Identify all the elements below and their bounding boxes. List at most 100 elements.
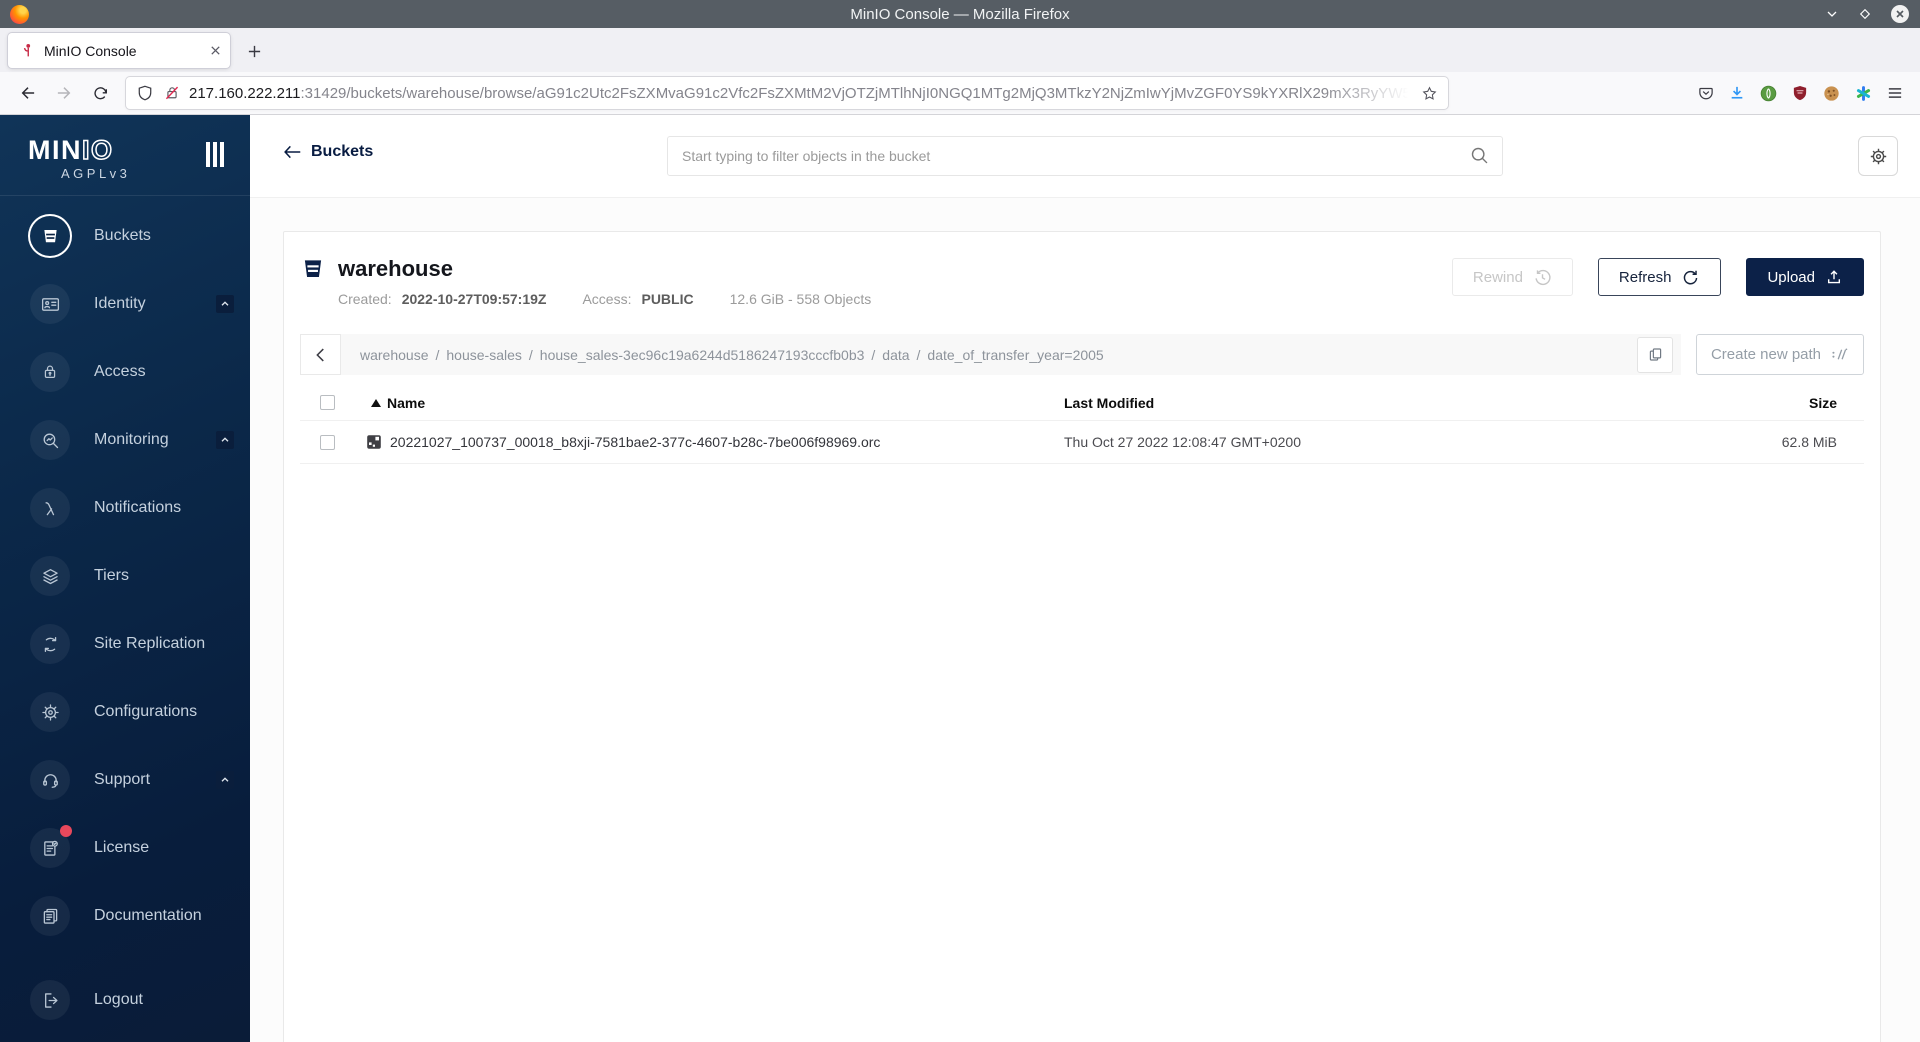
sidebar-item-label: Buckets — [94, 227, 151, 244]
lock-icon — [30, 352, 70, 392]
collapse-bars-icon[interactable] — [206, 142, 224, 167]
cookie-extension-icon[interactable] — [1822, 84, 1841, 103]
object-last-modified: Thu Oct 27 2022 12:08:47 GMT+0200 — [1064, 434, 1301, 450]
tab-close-icon[interactable] — [209, 44, 222, 57]
tab-strip: MinIO Console — [0, 28, 1920, 72]
select-all-checkbox[interactable] — [320, 395, 335, 410]
green-extension-icon[interactable] — [1759, 84, 1778, 103]
support-icon — [30, 760, 70, 800]
column-header-size[interactable]: Size — [1624, 395, 1864, 411]
settings-gear-button[interactable] — [1858, 136, 1898, 176]
sidebar-item-license[interactable]: License — [0, 814, 250, 882]
filter-objects-input[interactable] — [667, 136, 1503, 176]
reload-button[interactable] — [84, 77, 116, 109]
insecure-lock-icon[interactable] — [163, 84, 181, 102]
breadcrumb-segment[interactable]: house_sales-3ec96c19a6244d5186247193cccf… — [540, 347, 865, 363]
back-button[interactable] — [12, 77, 44, 109]
sidebar-item-label: Tiers — [94, 567, 129, 584]
sidebar-menu: Buckets Identity Access Monitoring Notificat… — [0, 196, 250, 1034]
copy-path-button[interactable] — [1637, 336, 1673, 373]
back-link-label: Buckets — [311, 143, 374, 160]
logo-min: MIN — [28, 135, 82, 165]
minio-sidebar: MINIO AGPLv3 Buckets Identity Access Monito… — [0, 115, 250, 1042]
url-bar[interactable]: 217.160.222.211:31429/buckets/warehouse/… — [126, 77, 1448, 109]
pocket-icon[interactable] — [1697, 84, 1715, 102]
gear-icon — [1868, 146, 1889, 167]
shield-icon[interactable] — [136, 84, 154, 102]
breadcrumb-segment[interactable]: house-sales — [446, 347, 522, 363]
url-path: :31429/buckets/warehouse/browse/aG91c2Ut… — [300, 84, 1422, 102]
breadcrumb-bar: warehouse / house-sales / house_sales-3ec96c… — [341, 334, 1681, 375]
sidebar-item-configurations[interactable]: Configurations — [0, 678, 250, 746]
breadcrumb-segment[interactable]: data — [882, 347, 909, 363]
window-titlebar: MinIO Console — Mozilla Firefox — [0, 0, 1920, 28]
minimize-icon[interactable] — [1824, 6, 1840, 22]
sidebar-item-buckets[interactable]: Buckets — [0, 202, 250, 270]
sidebar-item-label: Site Replication — [94, 635, 206, 652]
minio-favicon-icon — [20, 43, 35, 58]
notification-badge — [60, 825, 72, 837]
column-header-name[interactable]: Name — [387, 395, 425, 411]
row-checkbox[interactable] — [320, 434, 335, 450]
rewind-icon — [1533, 268, 1552, 287]
chevron-up-icon[interactable] — [216, 431, 234, 449]
path-back-button[interactable] — [300, 334, 341, 375]
object-name: 20221027_100737_00018_b8xji-7581bae2-377… — [390, 434, 881, 450]
upload-button[interactable]: Upload — [1746, 258, 1864, 296]
forward-button[interactable] — [48, 77, 80, 109]
chevron-up-icon[interactable] — [216, 295, 234, 313]
object-row[interactable]: 20221027_100737_00018_b8xji-7581bae2-377… — [300, 421, 1864, 464]
close-icon[interactable] — [1890, 4, 1910, 24]
refresh-button[interactable]: Refresh — [1597, 258, 1722, 296]
navigation-toolbar: 217.160.222.211:31429/buckets/warehouse/… — [0, 72, 1920, 115]
tab-minio-console[interactable]: MinIO Console — [8, 33, 230, 68]
hamburger-menu-icon[interactable] — [1886, 84, 1904, 102]
sort-ascending-icon[interactable] — [371, 398, 381, 407]
back-arrow-icon — [283, 144, 302, 160]
column-header-last-modified[interactable]: Last Modified — [1064, 395, 1624, 411]
sidebar-item-support[interactable]: Support — [0, 746, 250, 814]
maximize-icon[interactable] — [1857, 6, 1873, 22]
breadcrumb-separator: / — [871, 346, 876, 363]
chevron-up-icon[interactable] — [216, 771, 234, 789]
breadcrumb-separator: / — [916, 346, 921, 363]
buckets-back-link[interactable]: Buckets — [283, 143, 373, 161]
sidebar-item-label: Access — [94, 363, 146, 380]
url-host: 217.160.222.211 — [189, 84, 301, 102]
sidebar-item-documentation[interactable]: Documentation — [0, 882, 250, 950]
window-title: MinIO Console — Mozilla Firefox — [850, 5, 1070, 23]
new-path-icon — [1830, 345, 1849, 364]
breadcrumb-separator: / — [435, 346, 440, 363]
sidebar-item-monitoring[interactable]: Monitoring — [0, 406, 250, 474]
sidebar-item-logout[interactable]: Logout — [0, 966, 250, 1034]
chevron-left-icon — [311, 345, 331, 365]
firefox-window: MinIO Console — Mozilla Firefox MinIO Co… — [0, 0, 1920, 1042]
multicolor-asterisk-icon[interactable] — [1854, 84, 1873, 103]
sidebar-item-notifications[interactable]: Notifications — [0, 474, 250, 542]
sidebar-item-tiers[interactable]: Tiers — [0, 542, 250, 610]
layers-icon — [30, 556, 70, 596]
bucket-icon — [30, 216, 70, 256]
rewind-button-label: Rewind — [1472, 268, 1523, 286]
breadcrumb-segment[interactable]: date_of_transfer_year=2005 — [927, 347, 1103, 363]
ublock-icon[interactable] — [1791, 84, 1809, 102]
table-header-row: Name Last Modified Size — [300, 385, 1864, 421]
bookmark-star-icon[interactable] — [1421, 85, 1438, 102]
download-icon[interactable] — [1728, 84, 1746, 102]
sidebar-item-identity[interactable]: Identity — [0, 270, 250, 338]
create-new-path-button[interactable]: Create new path — [1696, 334, 1864, 375]
sidebar-item-access[interactable]: Access — [0, 338, 250, 406]
gear-icon — [30, 692, 70, 732]
logout-icon — [30, 980, 70, 1020]
sidebar-item-label: Notifications — [94, 499, 182, 516]
access-value: PUBLIC — [641, 291, 694, 307]
logo-io: IO — [81, 134, 114, 166]
objects-table: Name Last Modified Size 20221027_100737_… — [300, 385, 1864, 464]
new-tab-button[interactable] — [238, 35, 270, 67]
usage-summary: 12.6 GiB - 558 Objects — [729, 291, 872, 307]
url-text[interactable]: 217.160.222.211:31429/buckets/warehouse/… — [189, 85, 1421, 102]
rewind-button[interactable]: Rewind — [1451, 258, 1573, 296]
breadcrumb-separator: / — [528, 346, 533, 363]
sidebar-item-site-replication[interactable]: Site Replication — [0, 610, 250, 678]
breadcrumb-segment[interactable]: warehouse — [360, 347, 429, 363]
